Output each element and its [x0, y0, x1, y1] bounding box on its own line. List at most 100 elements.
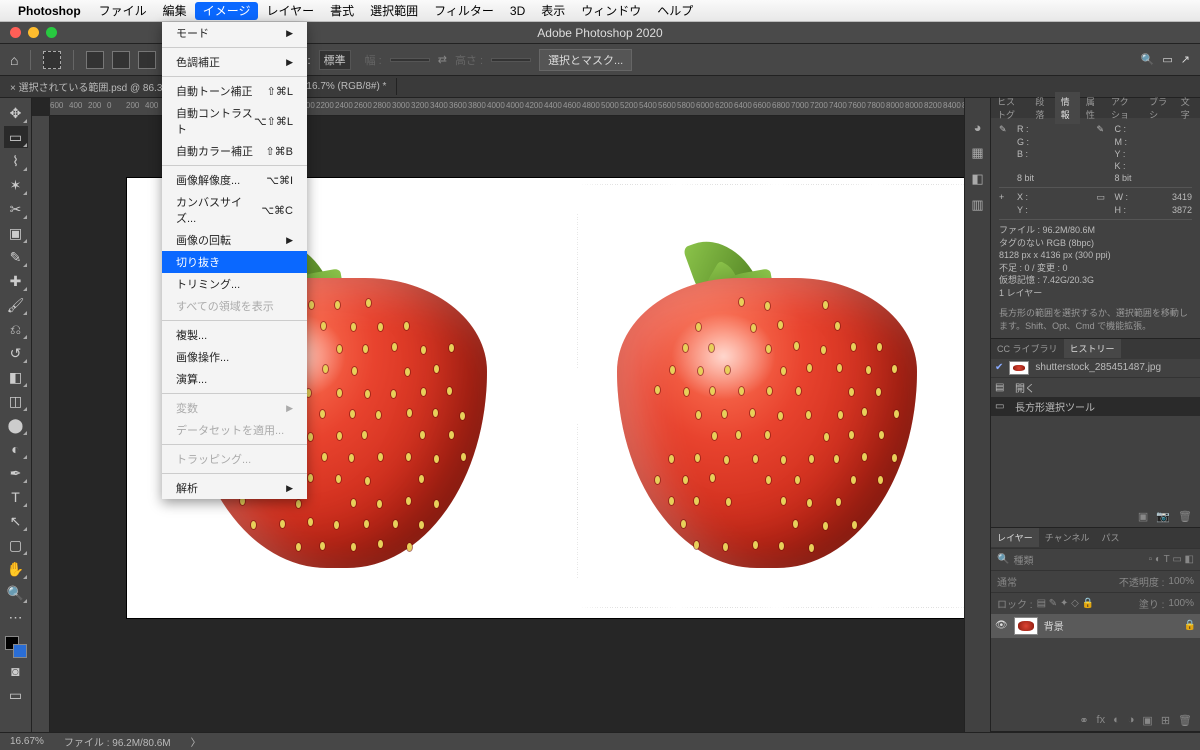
- lasso-tool[interactable]: ⌇: [4, 150, 28, 172]
- menu-item[interactable]: 色調補正▶: [162, 51, 307, 73]
- menubar-item[interactable]: ファイル: [91, 2, 155, 20]
- crop-tool[interactable]: ✂: [4, 198, 28, 220]
- panel-tab[interactable]: ヒストリー: [1064, 339, 1121, 358]
- menu-item[interactable]: 画像解像度...⌥⌘I: [162, 169, 307, 191]
- app-name[interactable]: Photoshop: [18, 4, 81, 18]
- style-select[interactable]: 標準: [319, 50, 351, 70]
- type-tool[interactable]: T: [4, 486, 28, 508]
- stamp-tool[interactable]: ⎌: [4, 318, 28, 340]
- panel-tab[interactable]: 文字: [1175, 92, 1200, 124]
- gradients-panel-icon[interactable]: ◧: [969, 170, 987, 188]
- sel-sub-icon[interactable]: [138, 51, 156, 69]
- trash-icon[interactable]: 🗑: [1178, 714, 1192, 727]
- share-icon[interactable]: ↗: [1181, 53, 1190, 66]
- panel-tab[interactable]: ブラシ: [1143, 92, 1175, 124]
- eyedropper-tool[interactable]: ✎: [4, 246, 28, 268]
- menu-item[interactable]: モード▶: [162, 22, 307, 44]
- panel-tab[interactable]: CC ライブラリ: [991, 339, 1064, 358]
- quickmask-toggle[interactable]: ◙: [4, 660, 28, 682]
- wand-tool[interactable]: ✶: [4, 174, 28, 196]
- shape-tool[interactable]: ▢: [4, 534, 28, 556]
- layer-name[interactable]: 背景: [1044, 618, 1064, 633]
- panel-tab[interactable]: パス: [1095, 528, 1125, 547]
- panel-tab[interactable]: チャンネル: [1039, 528, 1096, 547]
- screenmode-toggle[interactable]: ▭: [4, 684, 28, 706]
- layer-filter[interactable]: 種類: [1013, 552, 1033, 567]
- layer-row[interactable]: 👁 背景 🔒: [991, 614, 1200, 638]
- camera-icon[interactable]: 📷: [1156, 510, 1170, 523]
- menubar-item[interactable]: イメージ: [195, 2, 259, 20]
- adjust-icon[interactable]: ◑: [1128, 714, 1135, 727]
- brush-tool[interactable]: 🖌: [4, 294, 28, 316]
- zoom-tool[interactable]: 🔍: [4, 582, 28, 604]
- move-tool[interactable]: ✥: [4, 102, 28, 124]
- menu-item[interactable]: 自動コントラスト⌥⇧⌘L: [162, 102, 307, 140]
- menubar-item[interactable]: フィルター: [426, 2, 502, 20]
- menu-item[interactable]: トリミング...: [162, 273, 307, 295]
- gradient-tool[interactable]: ◫: [4, 390, 28, 412]
- lock-icon[interactable]: 🔒: [1184, 620, 1196, 631]
- panel-tab[interactable]: 属性: [1080, 92, 1105, 124]
- edit-toolbar[interactable]: ⋯: [4, 606, 28, 628]
- image-menu-dropdown[interactable]: モード▶ 色調補正▶ 自動トーン補正⇧⌘L自動コントラスト⌥⇧⌘L自動カラー補正⇧⌘…: [162, 22, 307, 499]
- menu-item[interactable]: 自動カラー補正⇧⌘B: [162, 140, 307, 162]
- fill-field[interactable]: 100%: [1168, 598, 1194, 609]
- marquee-selection[interactable]: [577, 184, 964, 608]
- height-field[interactable]: [491, 58, 531, 62]
- document-tab[interactable]: × 選択されている範囲.psd @ 86.3%: [0, 76, 182, 97]
- menu-item[interactable]: 画像の回転▶: [162, 229, 307, 251]
- sel-new-icon[interactable]: [86, 51, 104, 69]
- menubar-item[interactable]: 書式: [322, 2, 362, 20]
- home-icon[interactable]: ⌂: [10, 52, 18, 68]
- visibility-icon[interactable]: 👁: [995, 620, 1008, 631]
- link-icon[interactable]: ⚭: [1079, 714, 1088, 727]
- search-icon[interactable]: 🔍: [1141, 53, 1155, 66]
- history-brush-tool[interactable]: ↺: [4, 342, 28, 364]
- group-icon[interactable]: ▣: [1142, 714, 1152, 727]
- blur-tool[interactable]: ⬤: [4, 414, 28, 436]
- marquee-tool[interactable]: ▭: [4, 126, 28, 148]
- mask-icon[interactable]: ◐: [1113, 714, 1120, 727]
- menu-item[interactable]: 自動トーン補正⇧⌘L: [162, 80, 307, 102]
- heal-tool[interactable]: ✚: [4, 270, 28, 292]
- pen-tool[interactable]: ✒: [4, 462, 28, 484]
- path-tool[interactable]: ↖: [4, 510, 28, 532]
- history-item[interactable]: ▤開く: [991, 378, 1200, 397]
- menu-item[interactable]: 解析▶: [162, 477, 307, 499]
- select-and-mask-button[interactable]: 選択とマスク...: [539, 49, 632, 71]
- panel-tab[interactable]: 情報: [1055, 92, 1080, 124]
- menubar-item[interactable]: 選択範囲: [362, 2, 426, 20]
- menubar-item[interactable]: 編集: [155, 2, 195, 20]
- width-field[interactable]: [390, 58, 430, 62]
- menu-item[interactable]: 画像操作...: [162, 346, 307, 368]
- panel-tab[interactable]: ヒストグ: [991, 92, 1029, 124]
- menubar-item[interactable]: レイヤー: [258, 2, 322, 20]
- color-panel-icon[interactable]: ◕: [969, 118, 987, 136]
- dodge-tool[interactable]: ◐: [4, 438, 28, 460]
- panel-tab[interactable]: アクショ: [1105, 92, 1143, 124]
- doc-info[interactable]: ファイル : 96.2M/80.6M: [64, 734, 171, 749]
- opacity-field[interactable]: 100%: [1168, 576, 1194, 587]
- history-snapshot[interactable]: ✔shutterstock_285451487.jpg: [991, 359, 1200, 378]
- workspace-icon[interactable]: ▭: [1162, 53, 1172, 66]
- fx-icon[interactable]: fx: [1097, 714, 1106, 727]
- menu-item[interactable]: 演算...: [162, 368, 307, 390]
- new-layer-icon[interactable]: ⊞: [1161, 714, 1170, 727]
- panel-tab[interactable]: レイヤー: [991, 528, 1039, 547]
- marquee-tool-icon[interactable]: [43, 51, 61, 69]
- blend-mode-select[interactable]: 通常: [997, 574, 1017, 589]
- swatches-panel-icon[interactable]: ▦: [969, 144, 987, 162]
- eraser-tool[interactable]: ◧: [4, 366, 28, 388]
- menu-item[interactable]: 複製...: [162, 324, 307, 346]
- sel-add-icon[interactable]: [112, 51, 130, 69]
- zoom-level[interactable]: 16.67%: [10, 736, 44, 747]
- panel-tab[interactable]: 段落: [1029, 92, 1054, 124]
- menu-item[interactable]: カンバスサイズ...⌥⌘C: [162, 191, 307, 229]
- new-snapshot-icon[interactable]: ▣: [1138, 510, 1148, 523]
- trash-icon[interactable]: 🗑: [1178, 510, 1192, 523]
- menubar-item[interactable]: ウィンドウ: [573, 2, 649, 20]
- menubar-item[interactable]: 表示: [533, 2, 573, 20]
- frame-tool[interactable]: ▣: [4, 222, 28, 244]
- layer-thumbnail[interactable]: [1014, 617, 1038, 635]
- menubar-item[interactable]: 3D: [502, 2, 533, 20]
